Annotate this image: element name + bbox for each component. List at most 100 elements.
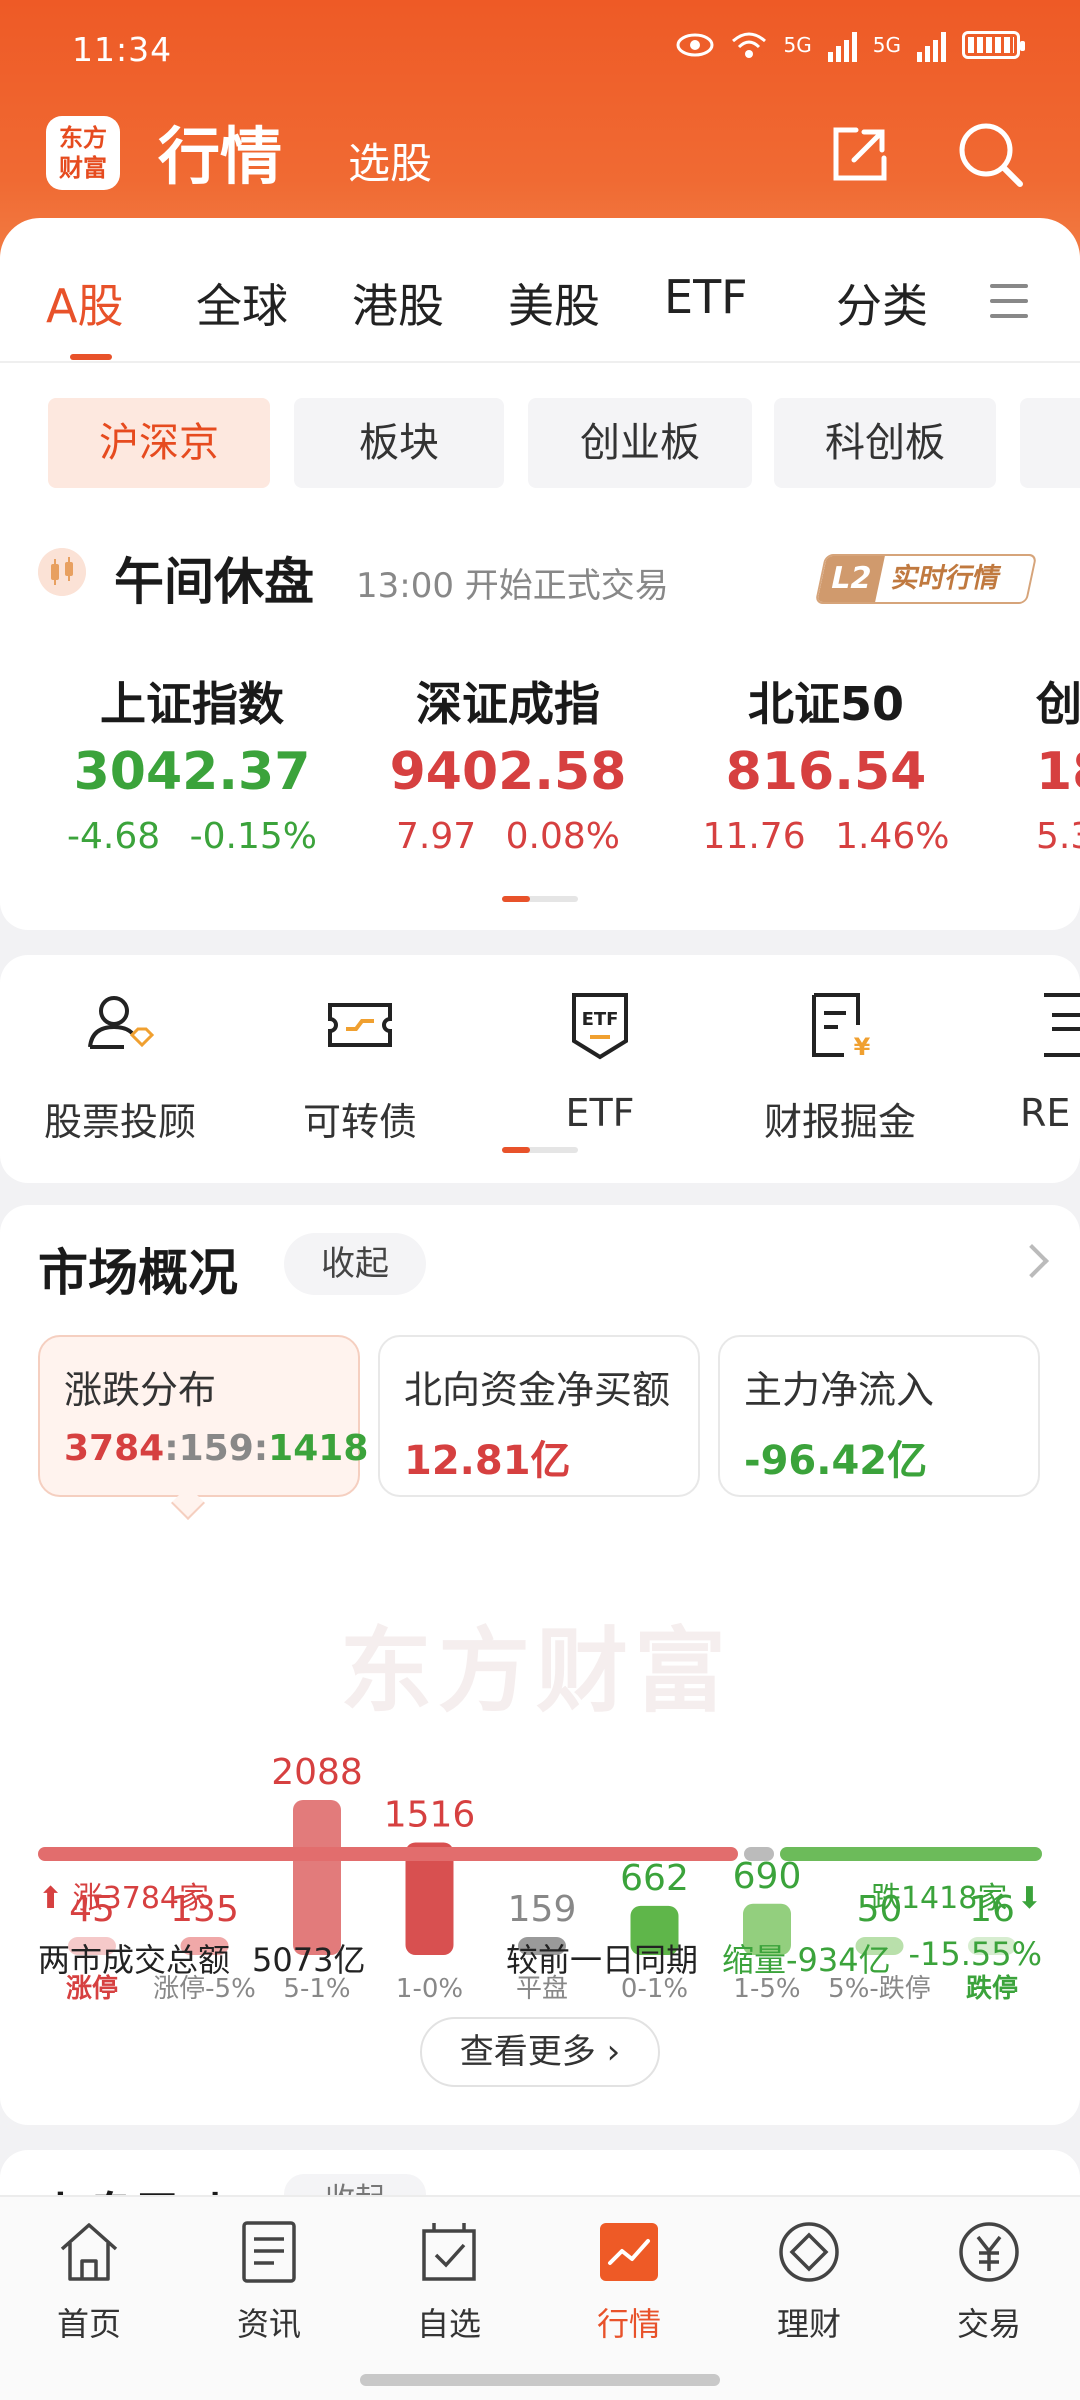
share-icon[interactable] <box>824 120 894 190</box>
bottom-navigation: 首页 资讯 自选 行情 理财 交易 <box>0 2195 1080 2400</box>
chip-star[interactable]: 科创板 <box>774 398 996 488</box>
index-change: 11.76 1.46% <box>702 816 950 857</box>
earnings-report-icon: ¥ <box>812 993 871 1061</box>
tab-category[interactable]: 分类 <box>836 270 928 336</box>
stat-label: 涨跌分布 <box>64 1368 217 1412</box>
nav-label: 理财 <box>776 2305 841 2343</box>
tab-indicator <box>70 354 112 360</box>
index-value: 3042.37 <box>73 742 311 802</box>
chip-more[interactable] <box>1020 398 1080 488</box>
tool-label: RE <box>1020 1091 1071 1135</box>
tool-reits-partial[interactable]: RE <box>1020 985 1080 1135</box>
tool-advisor[interactable]: 股票投顾 <box>10 985 230 1146</box>
nav-market[interactable]: 行情 <box>554 2217 704 2345</box>
reits-icon <box>1044 993 1080 1057</box>
stock-picker-tab[interactable]: 选股 <box>348 130 432 191</box>
tool-etf[interactable]: ETF ETF <box>490 985 710 1135</box>
tab-us[interactable]: 美股 <box>508 270 600 336</box>
index-name: 创 <box>1036 677 1080 731</box>
index-name: 深证成指 <box>416 677 600 731</box>
tool-convertible[interactable]: 可转债 <box>250 985 470 1146</box>
app-bar: 东方 财富 行情 选股 <box>0 100 1080 220</box>
index-shanghai[interactable]: 上证指数 3042.37 -4.68 -0.15% <box>42 668 342 857</box>
tools-card: 股票投顾 可转债 ETF ETF ¥ 财报掘金 RE <box>0 955 1080 1183</box>
chip-gem[interactable]: 创业板 <box>528 398 752 488</box>
nav-news[interactable]: 资讯 <box>194 2217 344 2345</box>
view-more-button[interactable]: 查看更多 › <box>420 2017 660 2087</box>
advisor-icon <box>88 996 155 1049</box>
dist-category-3: 1-0% <box>396 1974 463 2004</box>
turnover-value: 5073亿 <box>252 1941 366 1979</box>
chevron-right-icon[interactable] <box>1015 1244 1049 1278</box>
compare-pct: -15.55% <box>908 1935 1042 1973</box>
tab-a-share[interactable]: A股 <box>46 270 123 336</box>
market-tabs: A股 全球 港股 美股 ETF 分类 <box>0 218 1080 363</box>
index-pager <box>502 896 578 902</box>
wifi-icon <box>731 32 766 58</box>
index-bse50[interactable]: 北证50 816.54 11.76 1.46% <box>676 668 976 857</box>
market-card: A股 全球 港股 美股 ETF 分类 沪深京 板块 创业板 科创板 午间休盘 1… <box>0 218 1080 930</box>
tool-label: 财报掘金 <box>763 1100 916 1144</box>
signal-icon-2 <box>917 28 946 62</box>
tool-label: 可转债 <box>302 1100 417 1144</box>
dist-bar-2 <box>293 1800 341 1955</box>
tab-global[interactable]: 全球 <box>196 270 288 336</box>
nav-trade[interactable]: 交易 <box>914 2217 1064 2345</box>
stat-label: 北向资金净买额 <box>404 1368 671 1412</box>
index-value: 816.54 <box>725 742 927 802</box>
l2-label: L2 <box>817 556 885 602</box>
dist-category-8: 跌停 <box>966 1973 1018 2004</box>
index-shenzhen[interactable]: 深证成指 9402.58 7.97 0.08% <box>358 668 658 857</box>
l2-realtime-badge[interactable]: L2 实时行情 <box>814 554 1038 604</box>
dist-bar-value-6: 690 <box>733 1856 802 1897</box>
status-bar: 11:34 5G 5G <box>0 0 1080 100</box>
ratio-flat <box>744 1847 774 1861</box>
up-down-ratio-bar <box>38 1847 1042 1861</box>
menu-icon[interactable] <box>990 284 1028 320</box>
dist-bar-value-2: 2088 <box>271 1752 363 1793</box>
stat-main-inflow[interactable]: 主力净流入 -96.42亿 <box>718 1335 1040 1497</box>
chip-shsz[interactable]: 沪深京 <box>48 398 270 488</box>
session-subtitle: 13:00 开始正式交易 <box>356 566 669 606</box>
dist-bar-value-5: 662 <box>620 1858 689 1899</box>
nav-label: 交易 <box>956 2305 1021 2343</box>
index-value: 9402.58 <box>389 742 627 802</box>
stat-value: -96.42亿 <box>744 1438 928 1484</box>
up-count: ⬆ 涨3784家 <box>38 1881 210 1916</box>
session-status: 午间休盘 <box>114 553 314 611</box>
nav-label: 自选 <box>416 2305 481 2343</box>
tab-hk[interactable]: 港股 <box>352 270 444 336</box>
index-change: 7.97 0.08% <box>396 816 620 857</box>
network-type-1: 5G <box>783 33 812 57</box>
index-change: -4.68 -0.15% <box>67 816 317 857</box>
tool-earnings[interactable]: ¥ 财报掘金 <box>730 985 950 1146</box>
network-type-2: 5G <box>872 33 901 57</box>
session-row: 午间休盘 13:00 开始正式交易 L2 实时行情 <box>0 528 1080 618</box>
news-icon <box>242 2221 296 2283</box>
compare-value: 缩量-934亿 <box>722 1941 891 1979</box>
nav-label: 行情 <box>596 2305 661 2343</box>
index-chinext-partial[interactable]: 创 18 5.3 <box>1036 668 1080 857</box>
home-indicator <box>360 2374 720 2386</box>
nav-wealth[interactable]: 理财 <box>734 2217 884 2345</box>
battery-icon <box>962 31 1025 59</box>
chip-sector[interactable]: 板块 <box>294 398 504 488</box>
nav-home[interactable]: 首页 <box>14 2217 164 2345</box>
stat-distribution[interactable]: 涨跌分布 3784:159:1418 <box>38 1335 368 1497</box>
tab-etf[interactable]: ETF <box>664 270 748 324</box>
turnover-label: 两市成交总额 <box>38 1941 231 1979</box>
yen-icon <box>959 2222 1019 2282</box>
index-name: 北证50 <box>747 677 904 731</box>
nav-watchlist[interactable]: 自选 <box>374 2217 524 2345</box>
tool-label: ETF <box>565 1091 635 1135</box>
page-title[interactable]: 行情 <box>158 106 282 196</box>
collapse-button[interactable]: 收起 <box>284 1233 426 1295</box>
market-overview-card: 市场概况 收起 涨跌分布 3784:159:1418 北向资金净买额 12.81… <box>0 1205 1080 2125</box>
stat-value: 12.81亿 <box>404 1438 571 1484</box>
stat-northbound[interactable]: 北向资金净买额 12.81亿 <box>378 1335 700 1497</box>
svg-text:ETF: ETF <box>582 1009 619 1030</box>
ratio-down <box>779 1847 1042 1861</box>
ratio-up <box>38 1847 739 1861</box>
convertible-bond-icon <box>328 1003 392 1047</box>
search-icon[interactable] <box>954 118 1026 190</box>
